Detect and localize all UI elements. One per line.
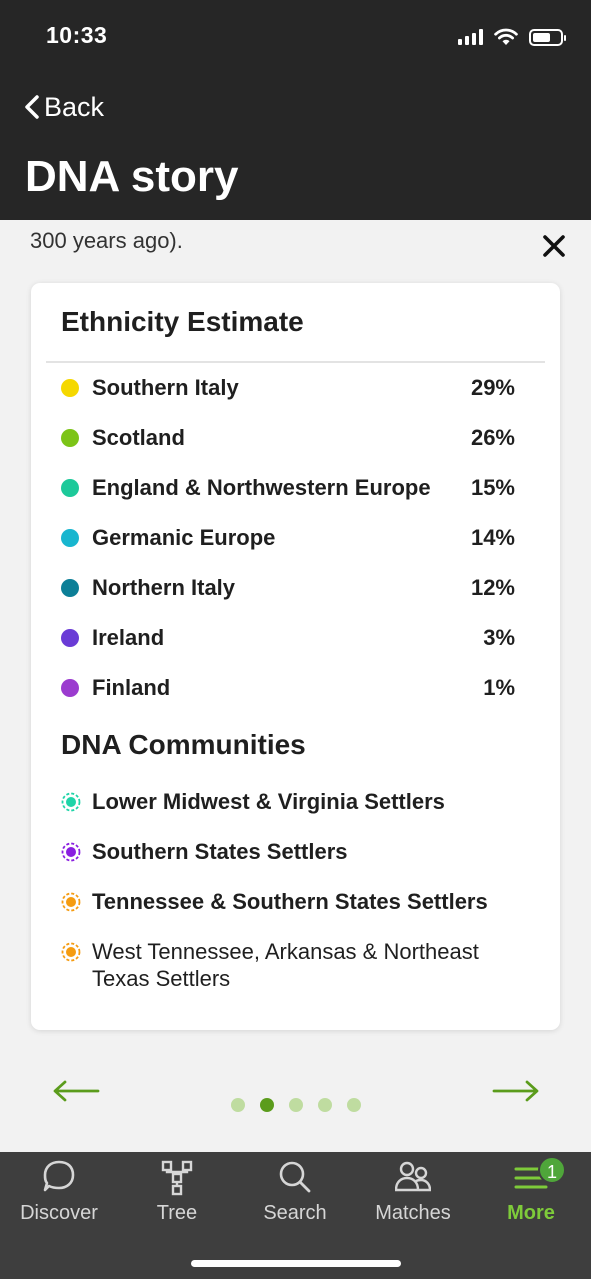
navigation-bar: Back DNA story [0,80,591,220]
community-name: Lower Midwest & Virginia Settlers [92,789,445,814]
page-dot[interactable] [289,1098,303,1112]
ethnicity-row[interactable]: Finland 1% [61,673,515,703]
community-name: Tennessee & Southern States Settlers [92,889,488,914]
status-time: 10:33 [46,22,108,48]
page-dot[interactable] [347,1098,361,1112]
community-name: Southern States Settlers [92,839,348,864]
ethnicity-row[interactable]: Scotland 26% [61,423,515,453]
community-name: West Tennessee, Arkansas & Northeast Tex… [92,939,479,991]
home-indicator [191,1260,401,1267]
region-name: Northern Italy [92,575,236,600]
status-icons [458,26,566,48]
page-title: DNA story [25,152,239,201]
status-bar: 10:33 [0,0,591,80]
page-dot[interactable] [260,1098,274,1112]
page-dot[interactable] [231,1098,245,1112]
region-name: Germanic Europe [92,525,276,550]
chevron-left-icon [25,95,39,119]
region-percent: 26% [470,425,515,450]
region-color-dot [61,429,79,447]
cellular-signal-icon [458,29,483,45]
ethnicity-row[interactable]: Germanic Europe 14% [61,523,515,553]
community-dot-icon [61,792,81,812]
tab-matches[interactable]: Matches [354,1152,472,1252]
next-arrow-icon[interactable] [492,1080,540,1102]
region-percent: 29% [470,375,515,400]
divider [46,361,545,363]
tab-discover[interactable]: Discover [0,1152,118,1252]
page-indicator [231,1098,361,1112]
tab-label: Search [263,1202,327,1224]
intro-text: Results with a "S" indicate more recent … [30,228,183,253]
community-row[interactable]: Tennessee & Southern States Settlers [61,888,531,915]
region-color-dot [61,579,79,597]
community-row[interactable]: Southern States Settlers [61,838,531,865]
tab-search[interactable]: Search [236,1152,354,1252]
region-name: Finland [92,675,171,700]
search-icon [279,1161,311,1193]
tab-label: Tree [156,1202,198,1224]
communities-title: DNA Communities [61,729,306,760]
notification-badge: 1 [538,1156,566,1184]
wifi-icon [494,28,518,45]
community-dot-icon [61,892,81,912]
ethnicity-card: Ethnicity Estimate Southern Italy 29% Sc… [31,283,560,1030]
region-name: Southern Italy [92,375,239,400]
region-name: Ireland [92,625,165,650]
region-color-dot [61,679,79,697]
page-dot[interactable] [318,1098,332,1112]
tab-label: More [507,1202,555,1224]
region-color-dot [61,479,79,497]
region-percent: 15% [470,475,515,500]
community-row[interactable]: Lower Midwest & Virginia Settlers [61,788,531,815]
close-icon[interactable] [541,233,567,259]
region-color-dot [61,529,79,547]
battery-icon [529,28,566,46]
back-button[interactable]: Back [24,90,104,124]
community-row[interactable]: West Tennessee, Arkansas & Northeast Tex… [61,938,531,992]
ethnicity-title: Ethnicity Estimate [61,306,304,337]
region-percent: 3% [483,625,515,650]
ethnicity-row[interactable]: Southern Italy 29% [61,373,515,403]
matches-icon [395,1161,431,1192]
ethnicity-row[interactable]: Northern Italy 12% [61,573,515,603]
region-color-dot [61,379,79,397]
tab-label: Discover [20,1202,98,1224]
previous-arrow-icon[interactable] [52,1080,100,1102]
region-color-dot [61,629,79,647]
region-percent: 14% [470,525,515,550]
tab-tree[interactable]: Tree [118,1152,236,1252]
community-dot-icon [61,942,81,962]
tab-label: Matches [375,1202,451,1224]
ethnicity-row[interactable]: Ireland 3% [61,623,515,653]
community-dot-icon [61,842,81,862]
region-percent: 1% [483,675,515,700]
back-label: Back [44,91,105,122]
story-content[interactable]: Results with a "S" indicate more recent … [0,220,591,1152]
tab-more[interactable]: 1 More [472,1152,590,1252]
tree-icon [161,1160,193,1196]
discover-icon [43,1160,75,1192]
region-name: Scotland [92,425,185,450]
ethnicity-row[interactable]: England & Northwestern Europe 15% [61,473,515,503]
region-percent: 12% [470,575,515,600]
region-name: England & Northwestern Europe [92,475,431,500]
